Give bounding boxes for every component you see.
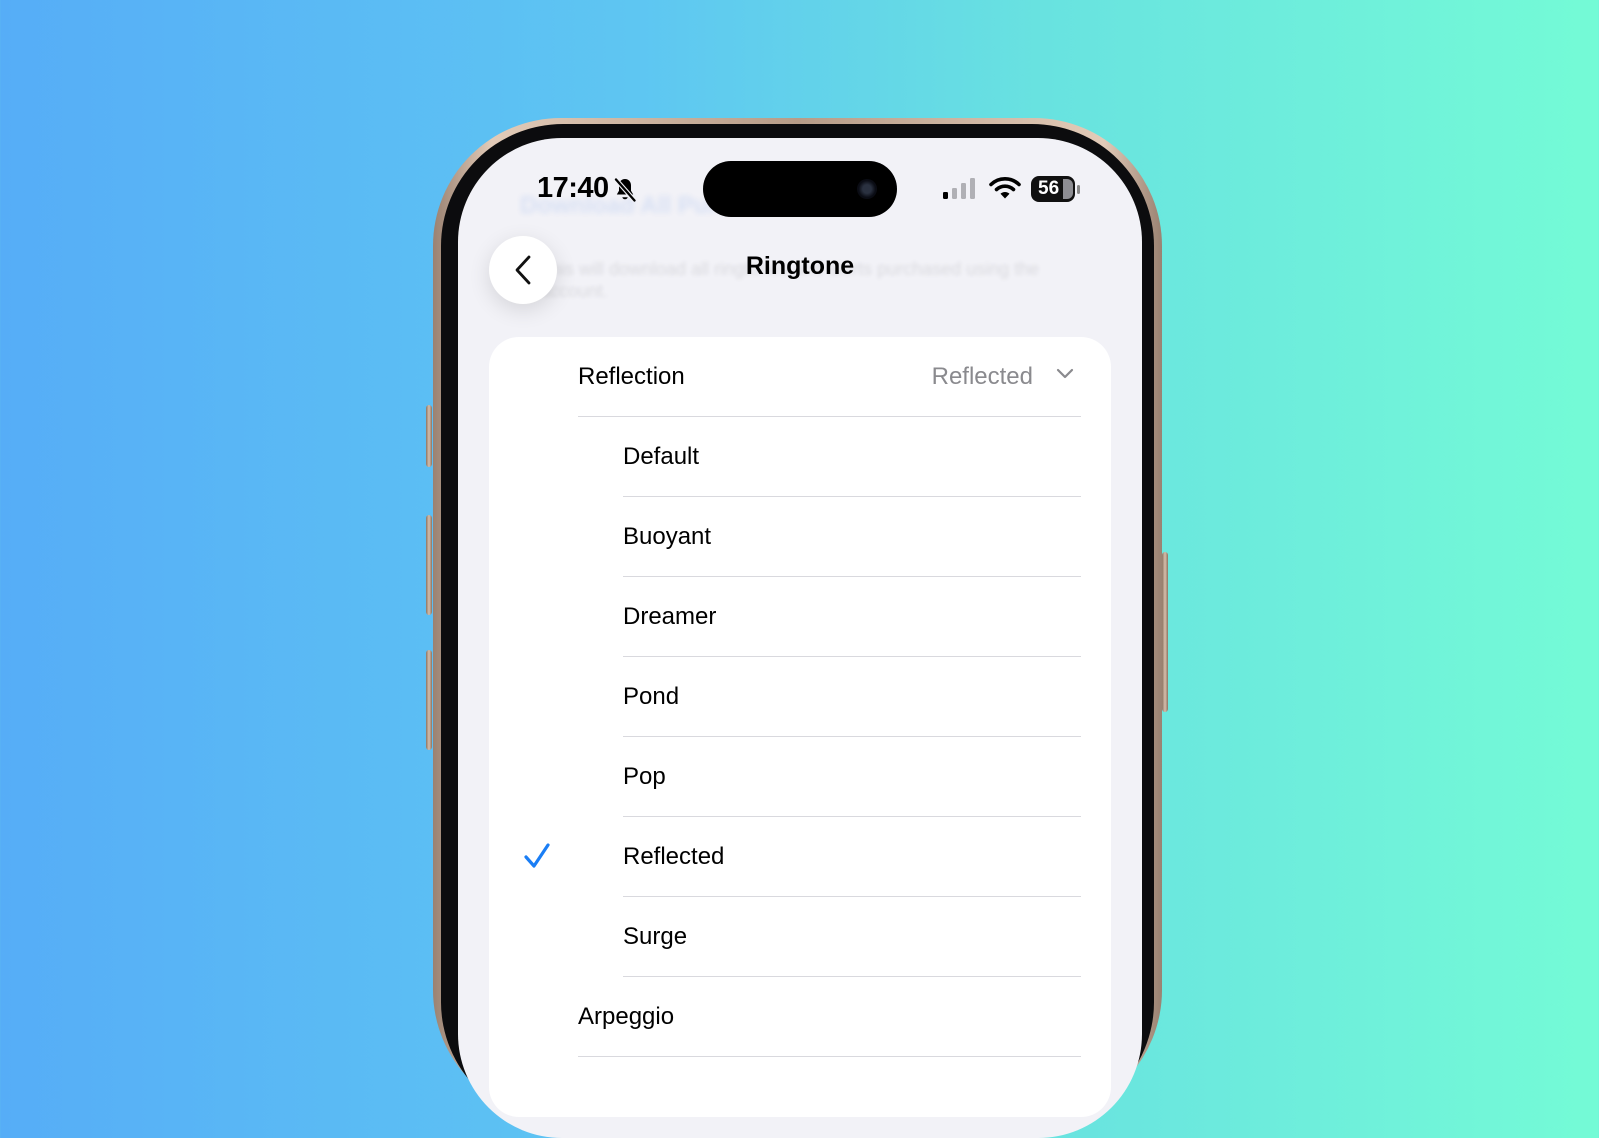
section-selected-value: Reflected bbox=[931, 363, 1033, 390]
ringtone-label: Arpeggio bbox=[578, 1003, 675, 1030]
ringtone-option-pond[interactable]: Pond bbox=[489, 657, 1111, 737]
bell-slash-icon bbox=[614, 178, 637, 202]
option-label: Buoyant bbox=[623, 523, 712, 550]
option-label: Surge bbox=[623, 923, 688, 950]
battery-cap bbox=[1077, 185, 1080, 194]
ringtone-option-surge[interactable]: Surge bbox=[489, 897, 1111, 977]
option-label: Dreamer bbox=[623, 603, 717, 630]
ringtone-option-reflected[interactable]: Reflected bbox=[489, 817, 1111, 897]
battery-percentage: 56 bbox=[1038, 178, 1060, 199]
chevron-down-icon bbox=[1056, 368, 1074, 379]
battery-empty-portion bbox=[1063, 179, 1073, 199]
ringtone-option-buoyant[interactable]: Buoyant bbox=[489, 497, 1111, 577]
ringtone-item-arpeggio[interactable]: Arpeggio bbox=[489, 977, 1111, 1057]
wifi-icon bbox=[989, 177, 1021, 199]
row-divider bbox=[578, 1055, 1081, 1057]
action-button bbox=[426, 405, 432, 467]
option-label: Pond bbox=[623, 683, 680, 710]
volume-down-button bbox=[426, 650, 432, 750]
ringtone-option-default[interactable]: Default bbox=[489, 417, 1111, 497]
ringtone-list-card: Reflection Reflected Default Buoyant Dre… bbox=[489, 337, 1111, 1117]
section-label: Reflection bbox=[578, 363, 685, 390]
ringtone-option-pop[interactable]: Pop bbox=[489, 737, 1111, 817]
volume-up-button bbox=[426, 515, 432, 615]
page-title: Ringtone bbox=[745, 252, 855, 280]
option-label: Pop bbox=[623, 763, 666, 790]
option-label: Default bbox=[623, 443, 700, 470]
back-button[interactable] bbox=[489, 236, 557, 304]
side-button bbox=[1162, 552, 1168, 712]
section-header-reflection[interactable]: Reflection Reflected bbox=[489, 337, 1111, 417]
ringtone-option-dreamer[interactable]: Dreamer bbox=[489, 577, 1111, 657]
battery-indicator: 56 bbox=[1031, 176, 1080, 202]
dynamic-island bbox=[703, 161, 897, 217]
front-camera bbox=[857, 179, 877, 199]
option-label: Reflected bbox=[623, 843, 725, 870]
checkmark-icon bbox=[524, 843, 550, 868]
cellular-signal-icon bbox=[943, 178, 975, 199]
chevron-left-icon bbox=[515, 255, 531, 285]
status-time: 17:40 bbox=[537, 172, 609, 204]
